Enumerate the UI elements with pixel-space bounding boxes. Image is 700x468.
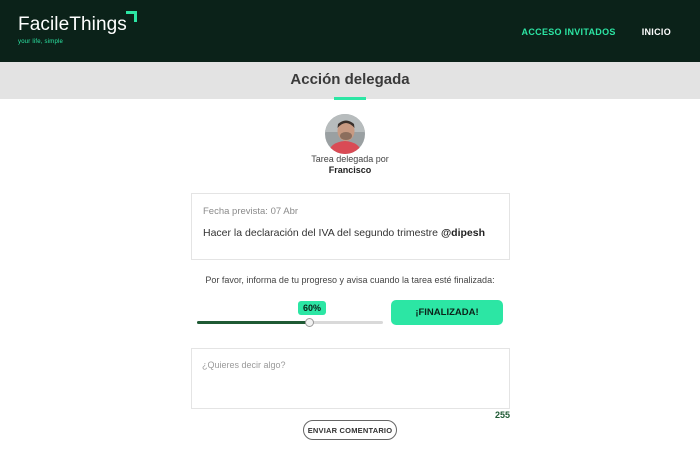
- delegated-by-label: Tarea delegada por: [311, 154, 389, 164]
- due-date: Fecha prevista: 07 Abr: [203, 206, 299, 217]
- delegator-name: Francisco: [328, 165, 372, 175]
- comment-input[interactable]: [191, 348, 510, 409]
- remaining-characters-counter: 255: [494, 410, 510, 420]
- title-band: Acción delegada: [0, 62, 700, 99]
- progress-slider-fill: [197, 321, 309, 324]
- nav-guest-access-link[interactable]: ACCESO INVITADOS: [522, 27, 616, 37]
- nav-home-link[interactable]: INICIO: [642, 27, 671, 37]
- logo-corner-icon: [126, 11, 137, 22]
- top-navigation-bar: FacileThings your life, simple ACCESO IN…: [0, 0, 700, 62]
- finish-task-button[interactable]: ¡FINALIZADA!: [391, 300, 503, 325]
- task-description: Hacer la declaración del IVA del segundo…: [203, 227, 485, 239]
- page-title: Acción delegada: [290, 71, 410, 88]
- progress-instructions: Por favor, informa de tu progreso y avis…: [205, 275, 495, 285]
- title-underline: [334, 97, 366, 100]
- avatar: [325, 114, 365, 154]
- facilethings-logo[interactable]: FacileThings your life, simple: [18, 11, 137, 45]
- logo-text: FacileThings: [18, 14, 127, 35]
- progress-slider-thumb[interactable]: [304, 318, 314, 327]
- main-nav: ACCESO INVITADOS INICIO: [522, 27, 671, 37]
- send-comment-button[interactable]: ENVIAR COMENTARIO: [303, 420, 397, 440]
- progress-slider[interactable]: [197, 318, 383, 327]
- task-card: Fecha prevista: 07 Abr Hacer la declarac…: [191, 193, 510, 260]
- logo-tagline: your life, simple: [18, 39, 64, 45]
- task-mention: @dipesh: [440, 227, 486, 239]
- task-description-text: Hacer la declaración del IVA del segundo…: [203, 227, 439, 239]
- user-avatar-photo-icon: [325, 114, 365, 154]
- progress-percent-badge: 60%: [298, 301, 326, 315]
